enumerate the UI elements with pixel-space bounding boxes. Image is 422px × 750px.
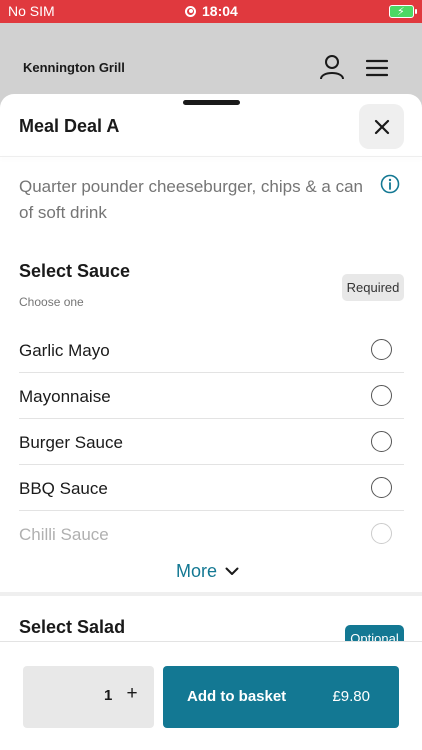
section-separator [0, 592, 422, 596]
item-description: Quarter pounder cheeseburger, chips & a … [19, 177, 363, 222]
add-to-basket-button[interactable]: Add to basket £9.80 [163, 666, 399, 728]
sauce-option-burger-sauce[interactable]: Burger Sauce [19, 419, 404, 465]
more-label: More [176, 560, 218, 581]
required-badge: Required [342, 274, 404, 301]
sauce-section-title: Select Sauce [19, 261, 131, 281]
chevron-down-icon [225, 567, 239, 575]
carrier-label: No SIM [8, 3, 55, 19]
salad-section-title: Select Salad [19, 617, 126, 637]
sheet-grabber[interactable] [183, 100, 240, 105]
sauce-option-bbq-sauce[interactable]: BBQ Sauce [19, 465, 404, 511]
radio-button[interactable] [371, 523, 392, 544]
recording-icon [185, 5, 196, 17]
option-label: Burger Sauce [19, 433, 123, 452]
account-icon[interactable] [319, 54, 345, 80]
radio-button[interactable] [371, 431, 392, 452]
option-label: Garlic Mayo [19, 341, 110, 360]
sauce-option-mayonnaise[interactable]: Mayonnaise [19, 373, 404, 419]
quantity-value: 1 [104, 687, 113, 704]
option-label: BBQ Sauce [19, 479, 108, 498]
sauce-section-subtitle: Choose one [19, 295, 84, 309]
sauce-option-garlic-mayo[interactable]: Garlic Mayo [19, 327, 404, 373]
basket-price: £9.80 [332, 688, 370, 705]
option-label: Mayonnaise [19, 387, 111, 406]
radio-button[interactable] [371, 477, 392, 498]
option-label: Chilli Sauce [19, 525, 109, 544]
status-time-group: 18:04 [185, 3, 238, 19]
title-divider [0, 156, 422, 157]
close-button[interactable] [359, 104, 404, 149]
quantity-plus-button[interactable]: + [122, 683, 142, 707]
info-icon[interactable] [380, 174, 400, 194]
add-to-basket-label: Add to basket [187, 688, 287, 705]
quantity-stepper[interactable]: 1 + [23, 666, 154, 728]
battery-icon: ⚡ [389, 5, 417, 18]
radio-button[interactable] [371, 339, 392, 360]
status-time: 18:04 [202, 3, 238, 19]
sheet-title: Meal Deal A [19, 116, 120, 136]
more-options-button[interactable]: More [176, 559, 239, 583]
status-bar: No SIM 18:04 ⚡ [0, 0, 422, 23]
sauce-option-chilli-sauce[interactable]: Chilli Sauce [19, 511, 404, 557]
close-icon [374, 119, 389, 134]
radio-button[interactable] [371, 385, 392, 406]
basket-bar: 1 + Add to basket £9.80 [0, 641, 422, 750]
restaurant-name: Kennington Grill [23, 60, 125, 75]
menu-icon[interactable] [366, 59, 388, 77]
